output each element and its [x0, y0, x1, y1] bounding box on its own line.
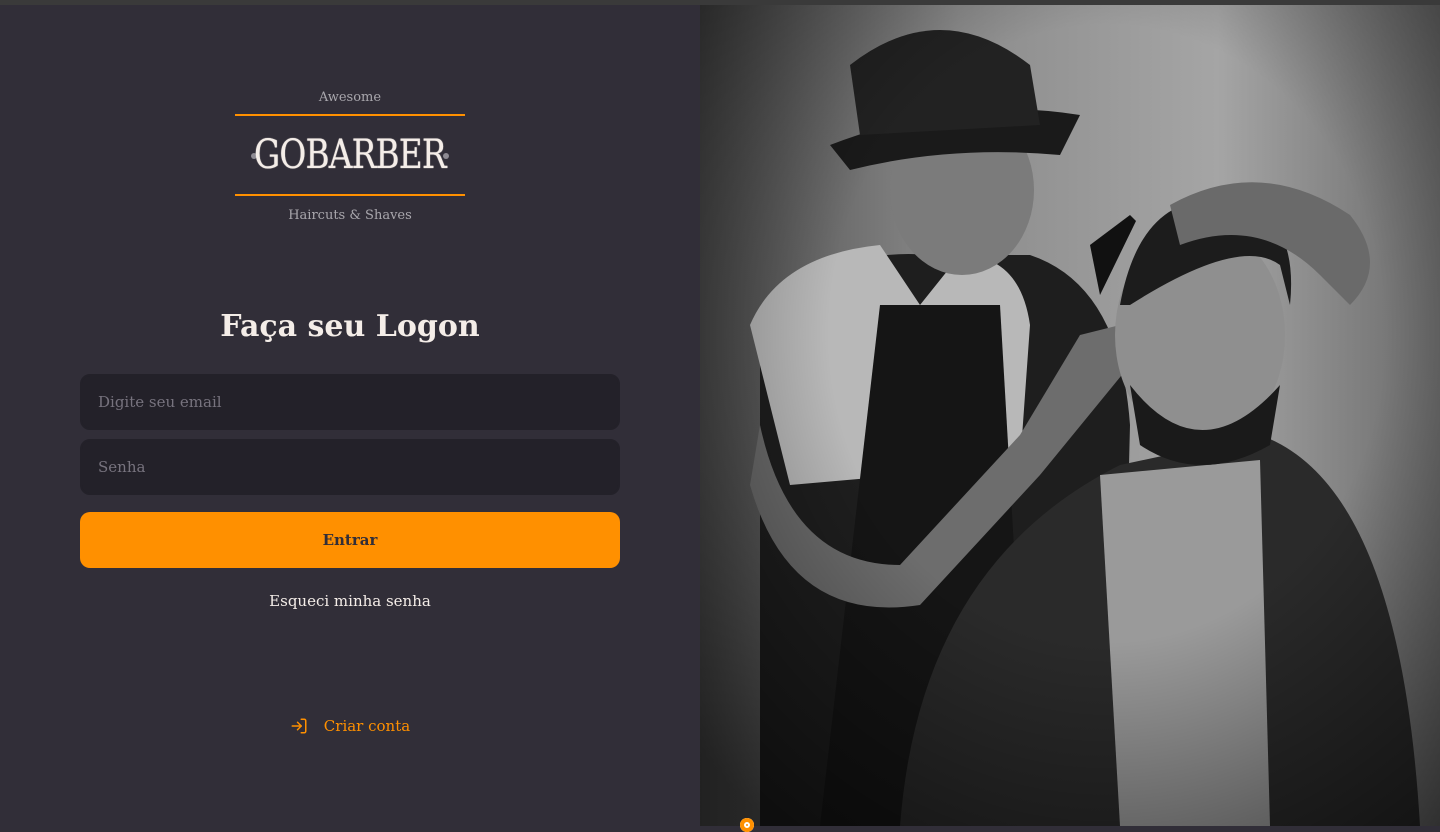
log-in-icon: [290, 717, 308, 735]
create-account-link[interactable]: Criar conta: [0, 717, 700, 735]
email-input[interactable]: [82, 393, 618, 411]
password-field-container: [80, 439, 620, 495]
barber-photo-illustration: [700, 5, 1440, 826]
gobarber-logo: Awesome GOBARBER Haircuts & Shaves: [235, 88, 465, 223]
submit-button[interactable]: Entrar: [80, 512, 620, 568]
barber-photo: [700, 5, 1440, 826]
logo-brand-text: GOBARBER: [254, 132, 447, 178]
logo-dot-right: [443, 153, 449, 159]
login-panel: Awesome GOBARBER Haircuts & Shaves Faça …: [0, 5, 700, 826]
password-input[interactable]: [82, 458, 618, 476]
page-title: Faça seu Logon: [220, 309, 480, 344]
logo-tagline-top: Awesome: [318, 90, 382, 105]
orange-marker-dot: [740, 818, 754, 832]
create-account-label: Criar conta: [323, 717, 411, 735]
forgot-password-link[interactable]: Esqueci minha senha: [0, 592, 700, 610]
logo-brand-row: GOBARBER: [235, 116, 465, 194]
logo-tagline-bottom: Haircuts & Shaves: [288, 208, 412, 223]
email-field-container: [80, 374, 620, 430]
